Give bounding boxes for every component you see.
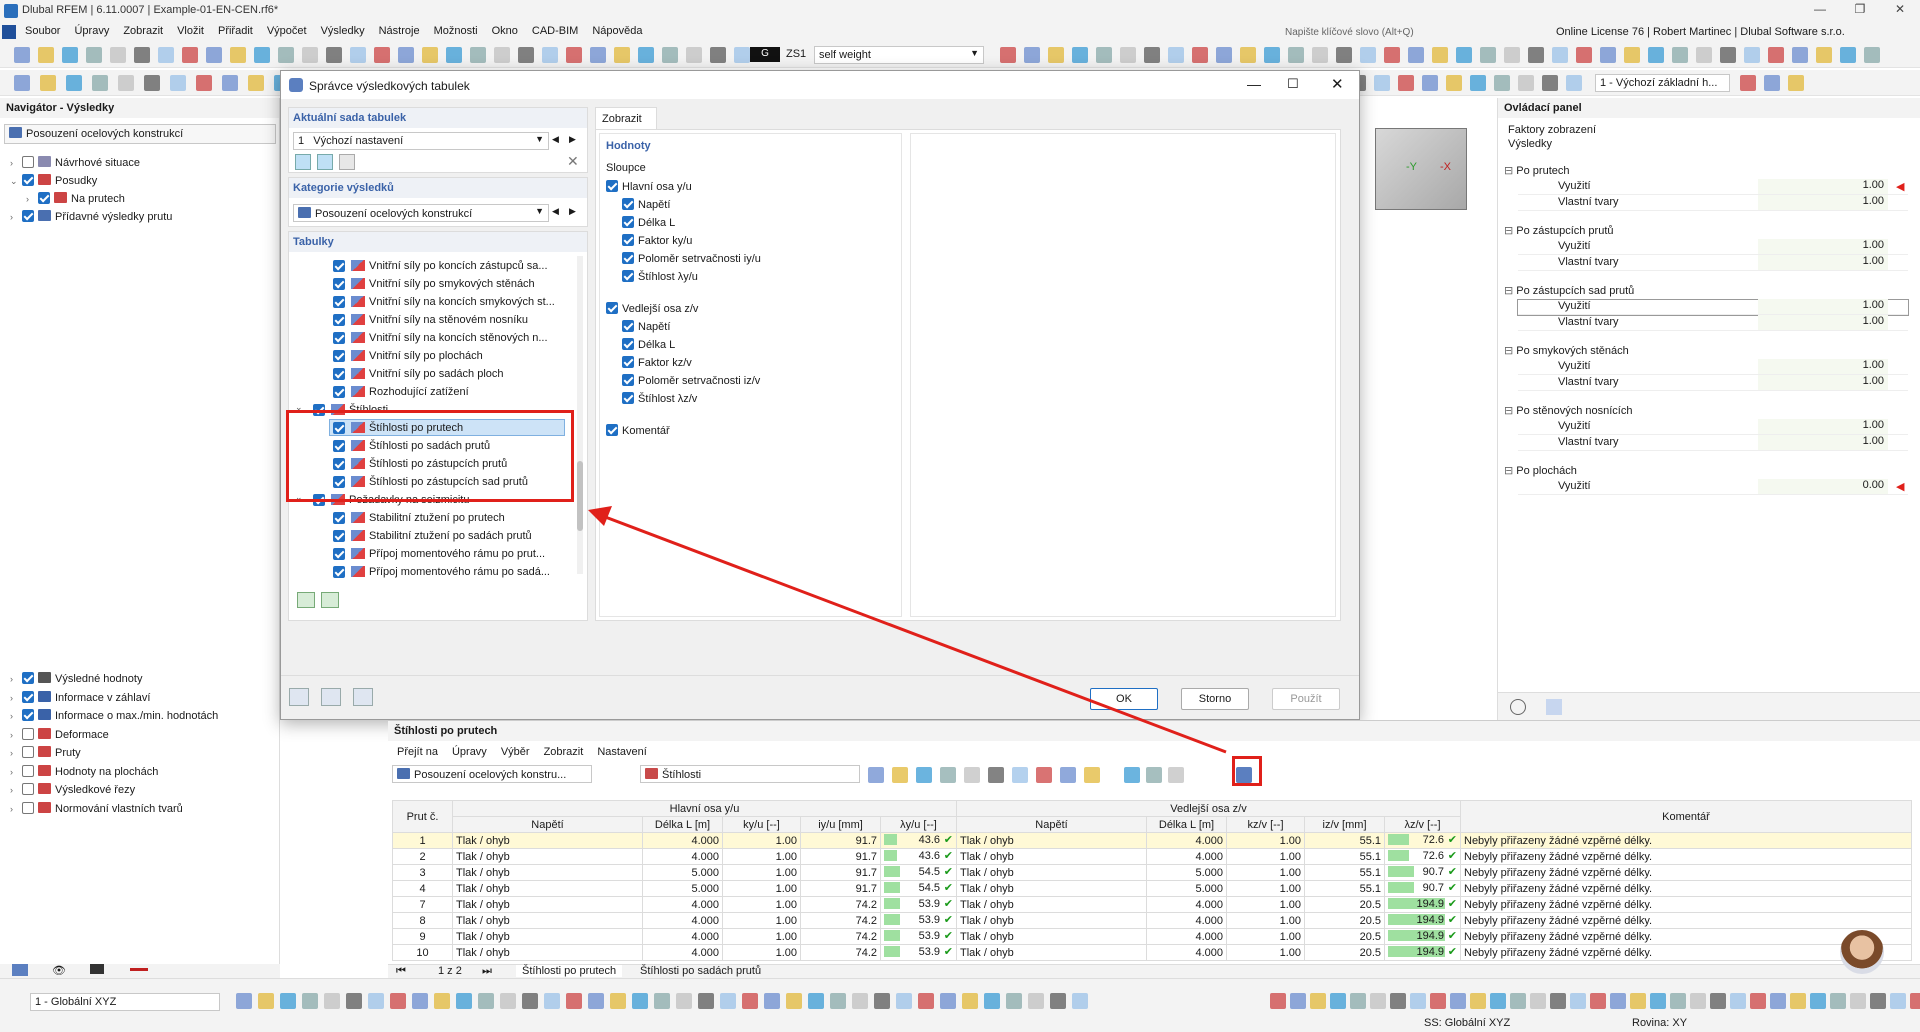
arrow-line	[599, 513, 1227, 754]
arrow-head-icon	[588, 506, 612, 526]
annotation-arrow	[588, 506, 1227, 754]
